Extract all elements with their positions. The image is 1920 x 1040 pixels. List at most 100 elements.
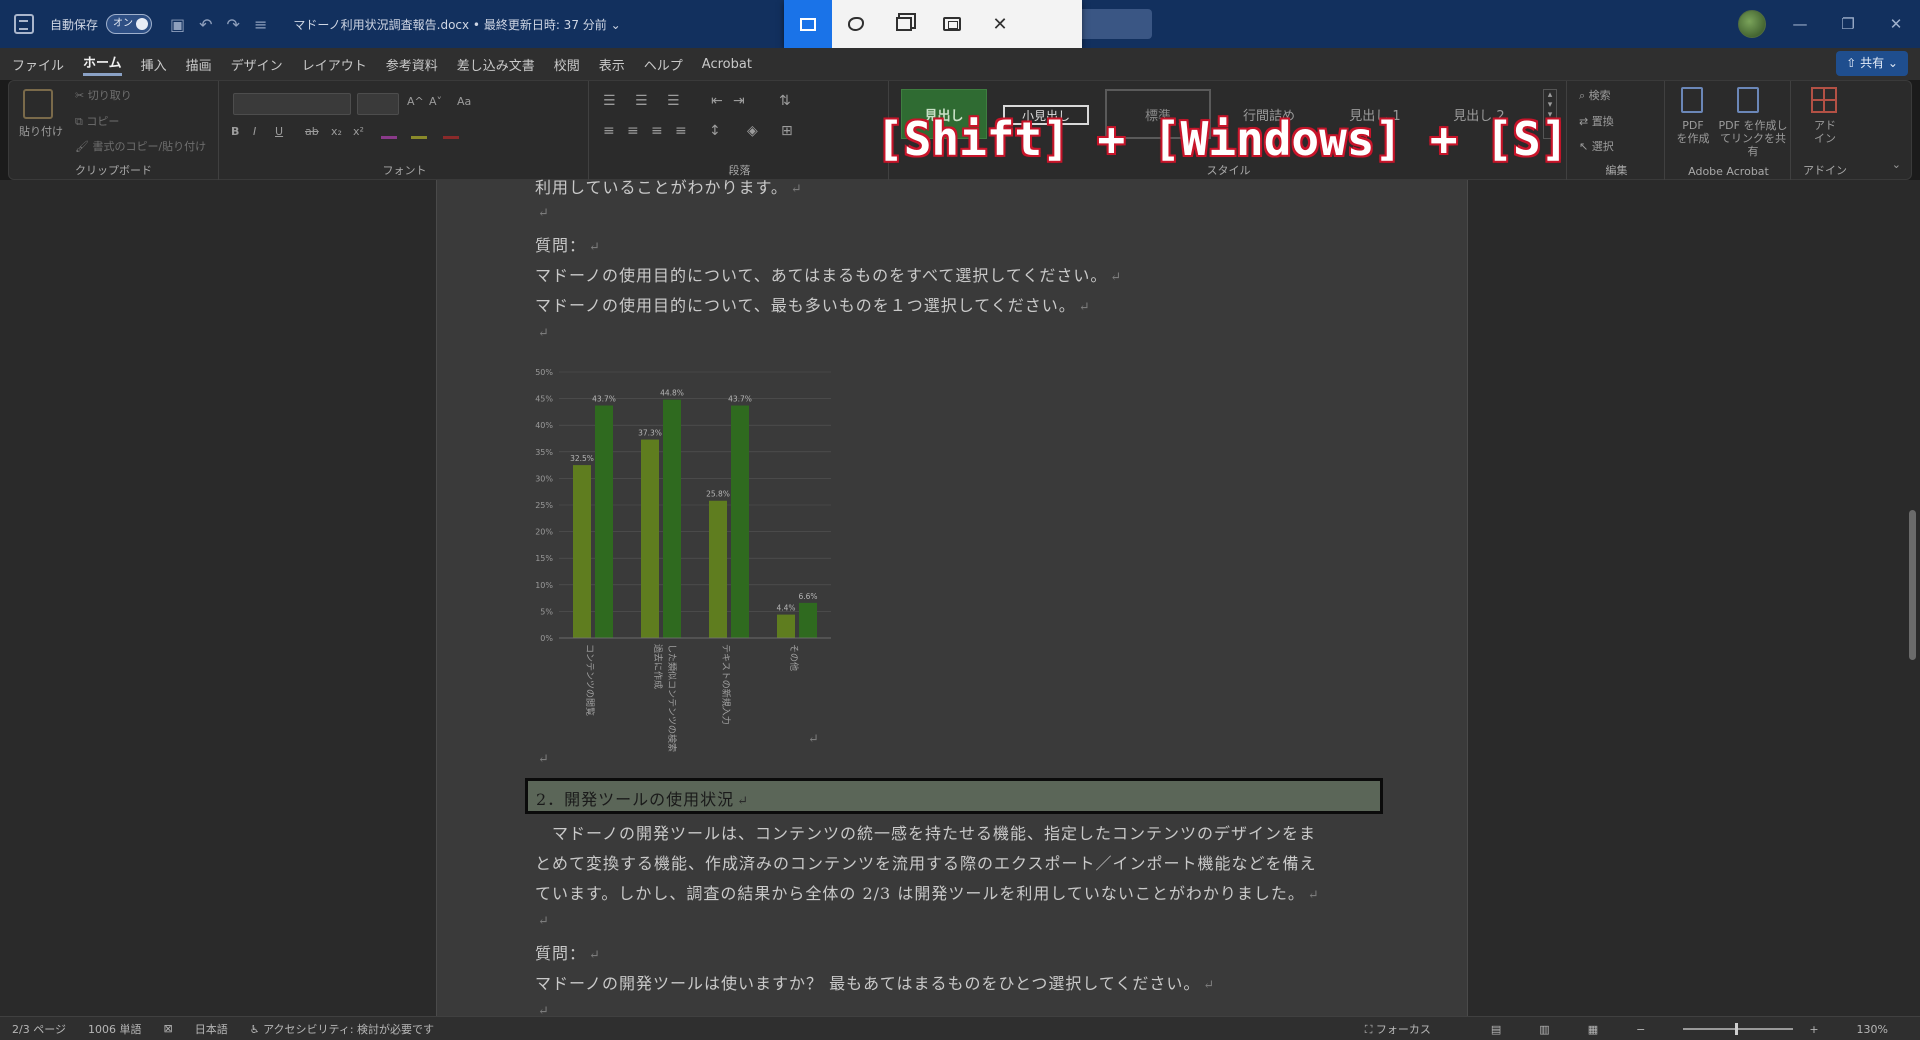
y-tick-label: 0% <box>540 634 553 643</box>
bar <box>709 500 727 638</box>
autosave-toggle[interactable]: オン <box>106 14 153 34</box>
page-count[interactable]: 2/3 ページ <box>12 1021 66 1037</box>
print-layout-icon[interactable]: ▥ <box>1539 1023 1549 1036</box>
freeform-snip-button[interactable] <box>832 0 880 48</box>
tab-10[interactable]: ヘルプ <box>644 55 683 74</box>
app-menu-icon[interactable] <box>14 14 34 34</box>
font-color-icon[interactable] <box>443 123 459 139</box>
document-title[interactable]: マドーノ利用状況調査報告.docx • 最終更新日時: 37 分前 ⌄ <box>293 16 620 33</box>
proofing-icon[interactable]: ⊠ <box>163 1022 172 1035</box>
bullets-icon[interactable]: ☰ <box>603 93 616 109</box>
addin-button[interactable]: アド イン <box>1805 119 1845 145</box>
zoom-in-button[interactable]: + <box>1809 1023 1818 1036</box>
zoom-slider[interactable] <box>1683 1023 1794 1035</box>
copy-button[interactable]: ⧉ コピー <box>75 113 119 129</box>
save-icon[interactable]: ▣ <box>170 15 185 34</box>
tab-6[interactable]: 参考資料 <box>386 55 438 74</box>
rectangle-snip-button[interactable] <box>784 0 832 48</box>
fullscreen-snip-button[interactable] <box>928 0 976 48</box>
tab-4[interactable]: デザイン <box>231 55 283 74</box>
italic-button[interactable]: I <box>253 125 256 138</box>
format-painter-label: 書式のコピー/貼り付け <box>92 140 207 153</box>
borders-icon[interactable]: ⊞ <box>781 123 793 139</box>
zoom-out-button[interactable]: − <box>1636 1023 1645 1036</box>
vertical-scrollbar[interactable] <box>1904 180 1920 1016</box>
word-count[interactable]: 1006 単語 <box>88 1021 142 1037</box>
replace-button[interactable]: ⇄ 置換 <box>1579 113 1614 129</box>
shrink-font-button[interactable]: A˅ <box>429 95 442 108</box>
line-spacing-icon[interactable]: ↕ <box>709 123 721 139</box>
paste-icon[interactable] <box>23 89 53 119</box>
tab-3[interactable]: 描画 <box>186 55 212 74</box>
tab-2[interactable]: 挿入 <box>141 55 167 74</box>
redo-icon[interactable]: ↷ <box>227 15 240 34</box>
collapse-ribbon-icon[interactable]: ⌄ <box>1892 158 1901 171</box>
cut-label: 切り取り <box>87 89 132 102</box>
format-painter-button[interactable]: 🖌 書式のコピー/貼り付け <box>75 138 206 154</box>
customize-quick-access-icon[interactable]: ≡ <box>254 15 267 34</box>
grow-font-button[interactable]: A^ <box>407 95 424 108</box>
create-pdf-icon[interactable] <box>1681 87 1703 113</box>
close-window-button[interactable]: ✕ <box>1872 15 1920 33</box>
section-heading[interactable]: 2．開発ツールの使用状況 ↵ <box>525 778 1383 814</box>
tab-9[interactable]: 表示 <box>599 55 625 74</box>
tab-5[interactable]: レイアウト <box>302 55 367 74</box>
superscript-button[interactable]: x² <box>353 125 364 138</box>
strikethrough-button[interactable]: ab <box>305 125 319 138</box>
share-pdf-button[interactable]: PDF を作成し てリンクを共有 <box>1717 119 1789 158</box>
undo-icon[interactable]: ↶ <box>199 15 212 34</box>
document-page[interactable]: 利用していることがわかります。 ↵ ↵ 質問： ↵ マドーノの使用目的について、あて… <box>436 178 1468 1019</box>
change-case-button[interactable]: Aa <box>457 95 471 108</box>
bold-button[interactable]: B <box>231 125 239 138</box>
user-avatar[interactable] <box>1738 10 1766 38</box>
underline-button[interactable]: U <box>275 125 283 138</box>
restore-button[interactable]: ❐ <box>1824 15 1872 33</box>
align-center-icon[interactable]: ≡ <box>627 123 639 139</box>
sort-icon[interactable]: ⇅ <box>779 93 791 109</box>
web-layout-icon[interactable]: ▦ <box>1588 1023 1598 1036</box>
font-name-combo[interactable] <box>233 93 351 115</box>
scrollbar-thumb[interactable] <box>1909 510 1916 660</box>
increase-indent-icon[interactable]: ⇥ <box>733 93 745 109</box>
select-label: 選択 <box>1591 140 1614 153</box>
highlight-icon[interactable] <box>411 123 427 139</box>
cut-button[interactable]: ✂ 切り取り <box>75 87 132 103</box>
tab-1[interactable]: ホーム <box>83 52 122 76</box>
category-label: テキストの新規入力 <box>720 644 732 725</box>
shading-icon[interactable]: ◈ <box>747 123 758 139</box>
font-group: A^ A˅ Aa B I U ab x₂ x² フォント <box>221 81 589 181</box>
text-effects-icon[interactable] <box>381 123 397 139</box>
y-tick-label: 45% <box>535 395 553 404</box>
share-button[interactable]: ⇧ 共有 ⌄ <box>1836 51 1908 76</box>
align-left-icon[interactable]: ≡ <box>603 123 615 139</box>
align-right-icon[interactable]: ≡ <box>651 123 663 139</box>
bar <box>799 602 817 638</box>
decrease-indent-icon[interactable]: ⇤ <box>711 93 723 109</box>
data-label: 6.6% <box>798 592 817 601</box>
editing-group-label: 編集 <box>1605 164 1628 177</box>
justify-icon[interactable]: ≡ <box>675 123 687 139</box>
addin-icon[interactable] <box>1811 87 1837 113</box>
create-pdf-button[interactable]: PDF を作成 <box>1673 119 1713 145</box>
language-indicator[interactable]: 日本語 <box>195 1021 228 1037</box>
tab-0[interactable]: ファイル <box>12 55 64 74</box>
minimize-button[interactable]: — <box>1776 15 1824 33</box>
font-size-combo[interactable] <box>357 93 399 115</box>
tab-8[interactable]: 校閲 <box>554 55 580 74</box>
read-mode-icon[interactable]: ▤ <box>1491 1023 1501 1036</box>
share-pdf-icon[interactable] <box>1737 87 1759 113</box>
category-label: 過去に作成 <box>652 644 664 689</box>
zoom-level[interactable]: 130% <box>1857 1023 1888 1036</box>
select-button[interactable]: ↖ 選択 <box>1579 138 1614 154</box>
multilevel-list-icon[interactable]: ☰ <box>667 93 680 109</box>
focus-button[interactable]: ⛶ フォーカス <box>1365 1021 1453 1037</box>
find-button[interactable]: ⌕ 検索 <box>1579 87 1611 103</box>
tab-7[interactable]: 差し込み文書 <box>457 55 535 74</box>
tab-11[interactable]: Acrobat <box>702 57 752 72</box>
subscript-button[interactable]: x₂ <box>331 125 342 138</box>
accessibility-status[interactable]: ♿ アクセシビリティ: 検討が必要です <box>250 1021 456 1037</box>
close-snip-button[interactable]: ✕ <box>976 0 1024 48</box>
window-snip-button[interactable] <box>880 0 928 48</box>
paste-button[interactable]: 貼り付け <box>19 123 63 139</box>
numbering-icon[interactable]: ☰ <box>635 93 648 109</box>
